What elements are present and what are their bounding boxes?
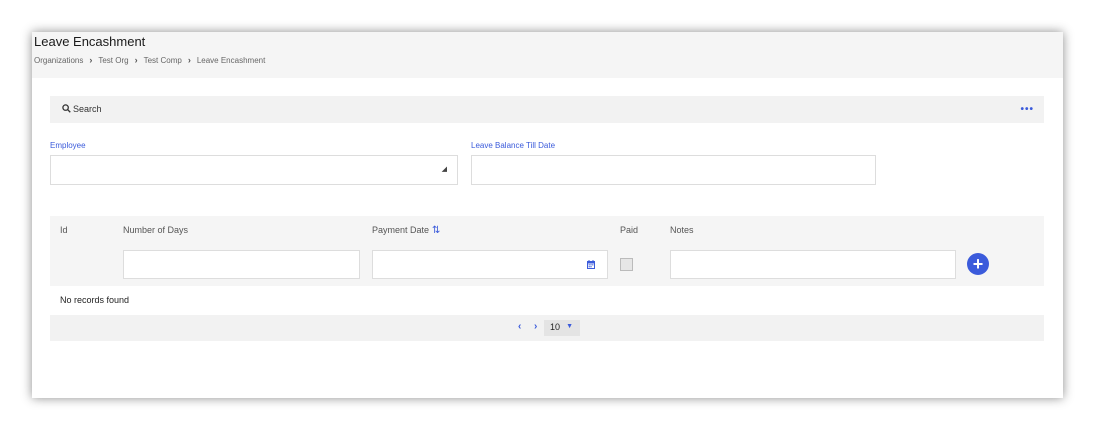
column-header-id[interactable]: Id: [60, 225, 68, 235]
rows-per-page-select[interactable]: 10 ▼: [544, 320, 580, 336]
column-header-number-of-days[interactable]: Number of Days: [123, 225, 188, 235]
column-header-payment-date-label: Payment Date: [372, 225, 430, 235]
paginator: ‹ › 10 ▼: [50, 315, 1044, 341]
leave-balance-field[interactable]: [471, 155, 876, 185]
breadcrumb-chevron-icon: ›: [134, 55, 138, 65]
breadcrumb-item-organizations[interactable]: Organizations: [34, 56, 83, 65]
breadcrumb-item-test-comp[interactable]: Test Comp: [144, 56, 182, 65]
sort-icon[interactable]: ⇅: [432, 225, 440, 236]
rows-per-page-value: 10: [550, 322, 561, 332]
column-header-notes[interactable]: Notes: [670, 225, 694, 235]
page-title: Leave Encashment: [34, 34, 146, 49]
notes-input[interactable]: [670, 250, 956, 279]
add-row-button[interactable]: +: [967, 253, 989, 275]
caret-down-icon: ▼: [566, 323, 573, 330]
employee-field[interactable]: ◢: [50, 155, 458, 185]
breadcrumb-item-test-org[interactable]: Test Org: [98, 56, 128, 65]
page-card: Leave Encashment Organizations › Test Or…: [32, 32, 1063, 398]
resize-icon[interactable]: ◢: [442, 165, 447, 173]
breadcrumb-chevron-icon: ›: [187, 55, 191, 65]
breadcrumb-item-leave-encashment: Leave Encashment: [196, 55, 266, 65]
add-icon: +: [972, 253, 984, 274]
encashment-grid: Id Number of Days Payment Date ⇅ Paid Not…: [50, 216, 1044, 286]
page-header: Leave Encashment Organizations › Test Or…: [32, 32, 1063, 78]
employee-label: Employee: [50, 141, 86, 150]
more-icon[interactable]: •••: [1020, 104, 1034, 115]
breadcrumb-chevron-icon: ›: [89, 55, 93, 65]
leave-balance-label: Leave Balance Till Date: [471, 141, 556, 150]
search-bar[interactable]: Search •••: [50, 96, 1044, 123]
paid-checkbox[interactable]: [620, 258, 633, 271]
number-of-days-input[interactable]: [123, 250, 360, 279]
chevron-right-icon[interactable]: ›: [534, 321, 537, 332]
breadcrumb: Organizations › Test Org › Test Comp › L…: [34, 55, 265, 65]
payment-date-input[interactable]: [372, 250, 608, 279]
chevron-left-icon[interactable]: ‹: [518, 321, 521, 332]
column-header-paid[interactable]: Paid: [620, 225, 638, 235]
empty-message: No records found: [60, 295, 130, 305]
search-label: Search: [73, 104, 102, 114]
calendar-icon[interactable]: [587, 260, 595, 269]
search-icon: [62, 104, 71, 113]
column-header-payment-date[interactable]: Payment Date ⇅: [372, 225, 440, 236]
